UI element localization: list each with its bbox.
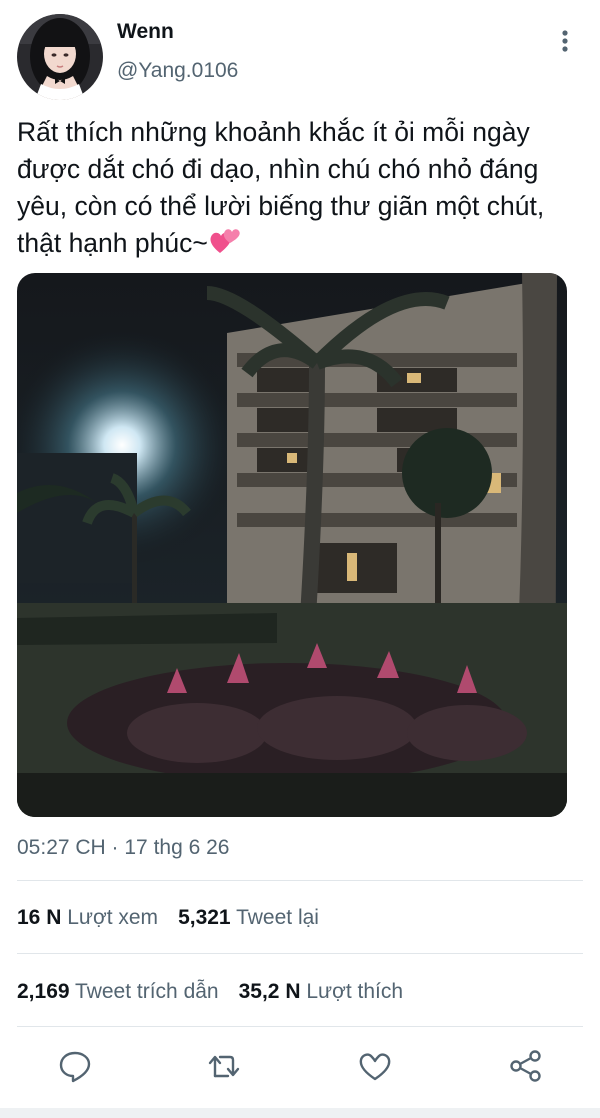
views-count: 16 N [17, 906, 62, 929]
more-options-icon[interactable] [552, 26, 578, 56]
night-garden-photo [17, 273, 567, 817]
stats-row-views-retweets: 16 N Lượt xem 5,321 Tweet lại [17, 906, 319, 930]
views-label: Lượt xem [67, 906, 159, 929]
tweet-timestamp[interactable]: 05:27 CH · 17 thg 6 26 [17, 836, 229, 860]
quotes-stat[interactable]: 2,169 Tweet trích dẫn [17, 980, 219, 1003]
divider [17, 880, 583, 881]
tweet-photo[interactable] [17, 273, 567, 817]
author-name[interactable]: Wenn [117, 20, 174, 44]
retweets-label: Tweet lại [236, 906, 319, 929]
bottom-separator [0, 1108, 600, 1118]
likes-label: Lượt thích [306, 980, 404, 1003]
quotes-label: Tweet trích dẫn [75, 980, 219, 1003]
likes-count: 35,2 N [238, 980, 301, 1003]
like-icon[interactable] [357, 1048, 393, 1084]
reply-icon[interactable] [57, 1048, 93, 1084]
stats-row-quotes-likes: 2,169 Tweet trích dẫn 35,2 N Lượt thích [17, 980, 403, 1004]
views-stat[interactable]: 16 N Lượt xem [17, 906, 158, 929]
tweet-text: Rất thích những khoảnh khắc ít ỏi mỗi ng… [17, 114, 592, 266]
retweets-count: 5,321 [178, 906, 231, 929]
retweet-icon[interactable] [206, 1048, 242, 1084]
author-handle[interactable]: @Yang.0106 [117, 59, 238, 83]
two-hearts-icon [208, 226, 242, 266]
likes-stat[interactable]: 35,2 N Lượt thích [239, 980, 403, 1003]
share-icon[interactable] [508, 1048, 544, 1084]
avatar-image [17, 14, 103, 100]
quotes-count: 2,169 [17, 980, 70, 1003]
retweets-stat[interactable]: 5,321 Tweet lại [178, 906, 319, 929]
divider [17, 1026, 583, 1027]
tweet-body: Rất thích những khoảnh khắc ít ỏi mỗi ng… [17, 117, 545, 258]
divider [17, 953, 583, 954]
author-avatar[interactable] [17, 14, 103, 100]
